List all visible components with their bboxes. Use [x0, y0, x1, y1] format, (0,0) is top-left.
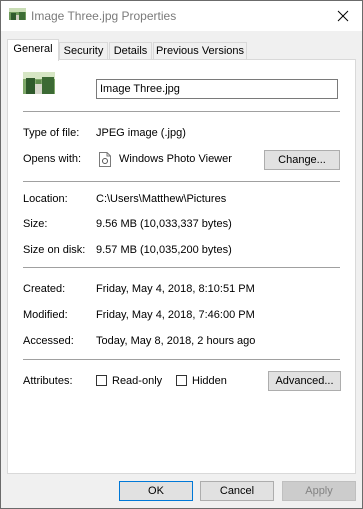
tab-security[interactable]: Security	[59, 42, 108, 60]
cancel-button[interactable]: Cancel	[200, 481, 274, 501]
title-bar[interactable]: Image Three.jpg Properties	[1, 1, 362, 31]
size-label: Size:	[23, 218, 48, 230]
readonly-checkbox[interactable]	[96, 375, 107, 386]
properties-window: Image Three.jpg Properties General Secur…	[0, 0, 363, 509]
accessed-label: Accessed:	[23, 335, 74, 347]
general-panel: Image Three.jpg Type of file: JPEG image…	[7, 59, 356, 474]
separator	[23, 359, 340, 360]
location-value: C:\Users\Matthew\Pictures	[96, 193, 227, 205]
created-label: Created:	[23, 283, 66, 295]
accessed-value: Today, May 8, 2018, 2 hours ago	[96, 335, 256, 347]
location-label: Location:	[23, 193, 68, 205]
modified-label: Modified:	[23, 309, 68, 321]
separator	[23, 111, 340, 112]
advanced-button[interactable]: Advanced...	[268, 371, 341, 391]
size-value: 9.56 MB (10,033,337 bytes)	[96, 218, 232, 230]
size-on-disk-value: 9.57 MB (10,035,200 bytes)	[96, 244, 232, 256]
tab-previous-versions[interactable]: Previous Versions	[153, 42, 247, 60]
close-icon	[337, 10, 349, 22]
separator	[23, 181, 340, 182]
ok-button[interactable]: OK	[119, 481, 193, 501]
attributes-label: Attributes:	[23, 375, 73, 387]
apply-button[interactable]: Apply	[282, 481, 356, 501]
window-title: Image Three.jpg Properties	[31, 9, 177, 23]
close-button[interactable]	[330, 3, 356, 29]
image-thumbnail-icon	[23, 72, 55, 94]
opens-with-value: Windows Photo Viewer	[119, 153, 232, 165]
file-name-input[interactable]: Image Three.jpg	[96, 79, 338, 99]
image-file-icon	[9, 8, 26, 20]
readonly-label[interactable]: Read-only	[112, 375, 162, 387]
type-of-file-value: JPEG image (.jpg)	[96, 127, 186, 139]
change-button[interactable]: Change...	[264, 150, 340, 170]
type-of-file-label: Type of file:	[23, 127, 80, 139]
modified-value: Friday, May 4, 2018, 7:46:00 PM	[96, 309, 255, 321]
tab-details[interactable]: Details	[109, 42, 152, 60]
separator	[23, 267, 340, 268]
hidden-label[interactable]: Hidden	[192, 375, 227, 387]
photo-viewer-icon	[99, 152, 111, 167]
size-on-disk-label: Size on disk:	[23, 244, 86, 256]
hidden-checkbox[interactable]	[176, 375, 187, 386]
created-value: Friday, May 4, 2018, 8:10:51 PM	[96, 283, 255, 295]
tab-general[interactable]: General	[7, 39, 59, 61]
opens-with-label: Opens with:	[23, 153, 82, 165]
